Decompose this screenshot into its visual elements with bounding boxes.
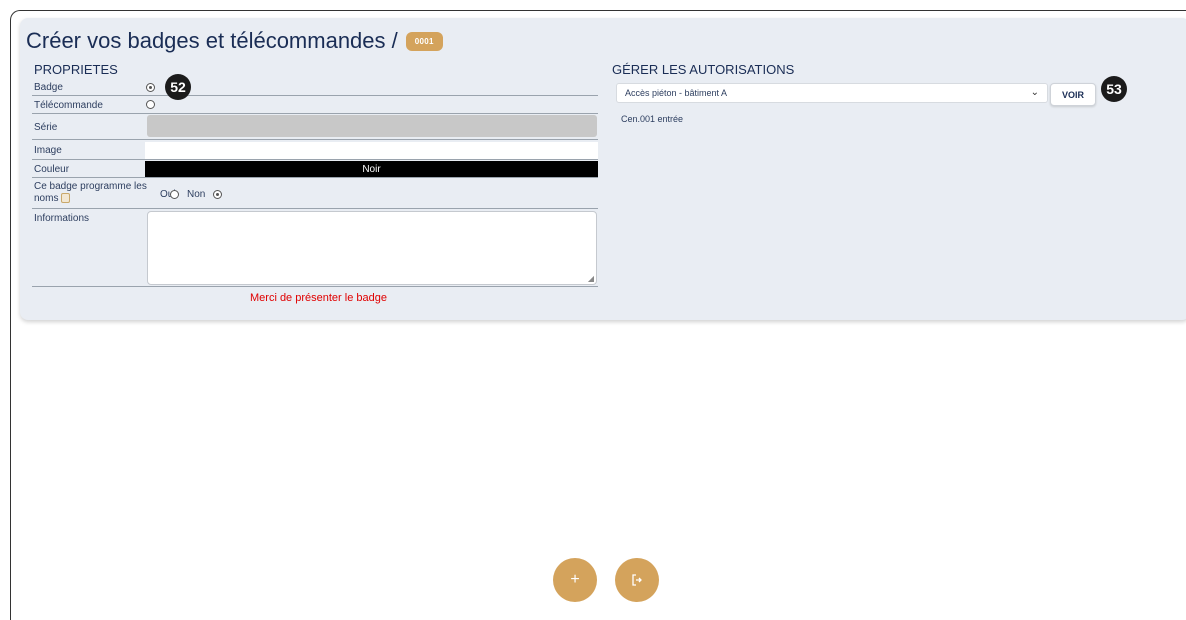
authorizations-title: GÉRER LES AUTORISATIONS: [612, 62, 795, 77]
page-title: Créer vos badges et télécommandes / 0001: [26, 28, 443, 54]
resize-handle-icon[interactable]: ◢: [588, 274, 594, 283]
step-marker-53: 53: [1101, 76, 1127, 102]
plus-icon: +: [570, 571, 580, 588]
present-badge-warning: Merci de présenter le badge: [250, 292, 387, 304]
authorization-select-value: Accès piéton - bâtiment A: [625, 88, 728, 98]
image-label: Image: [34, 145, 62, 156]
program-row: Ce badge programme les noms Oui Non: [32, 178, 598, 209]
oui-radio[interactable]: [170, 190, 179, 199]
authorization-select[interactable]: Accès piéton - bâtiment A ⌄: [616, 83, 1048, 103]
badge-row: Badge: [32, 80, 598, 96]
add-button[interactable]: +: [553, 558, 597, 602]
page-title-text: Créer vos badges et télécommandes /: [26, 28, 398, 53]
lock-icon: [61, 193, 71, 204]
non-label: Non: [187, 189, 206, 200]
properties-title: PROPRIETES: [34, 62, 118, 77]
serie-input[interactable]: [147, 115, 597, 137]
program-label-line1: Ce badge programme les: [34, 181, 147, 192]
color-label: Couleur: [34, 164, 70, 175]
badge-radio[interactable]: [146, 83, 155, 92]
exit-button[interactable]: [615, 558, 659, 602]
authorization-entry: Cen.001 entrée: [621, 114, 684, 124]
image-field[interactable]: [145, 142, 598, 159]
code-badge: 0001: [405, 31, 443, 51]
serie-label: Série: [34, 122, 58, 133]
remote-row: Télécommande: [32, 96, 598, 114]
informations-label: Informations: [34, 213, 90, 224]
chevron-down-icon: ⌄: [1030, 87, 1039, 98]
exit-icon: [632, 574, 642, 586]
informations-textarea[interactable]: ◢: [147, 211, 597, 285]
remote-label: Télécommande: [34, 100, 103, 111]
color-select[interactable]: Noir: [145, 161, 598, 177]
non-radio[interactable]: [213, 190, 222, 199]
remote-radio[interactable]: [146, 100, 155, 109]
program-label-line2: noms: [34, 193, 59, 204]
voir-button[interactable]: VOIR: [1050, 83, 1096, 106]
program-label: Ce badge programme les noms: [34, 181, 147, 205]
badge-label: Badge: [34, 82, 63, 93]
